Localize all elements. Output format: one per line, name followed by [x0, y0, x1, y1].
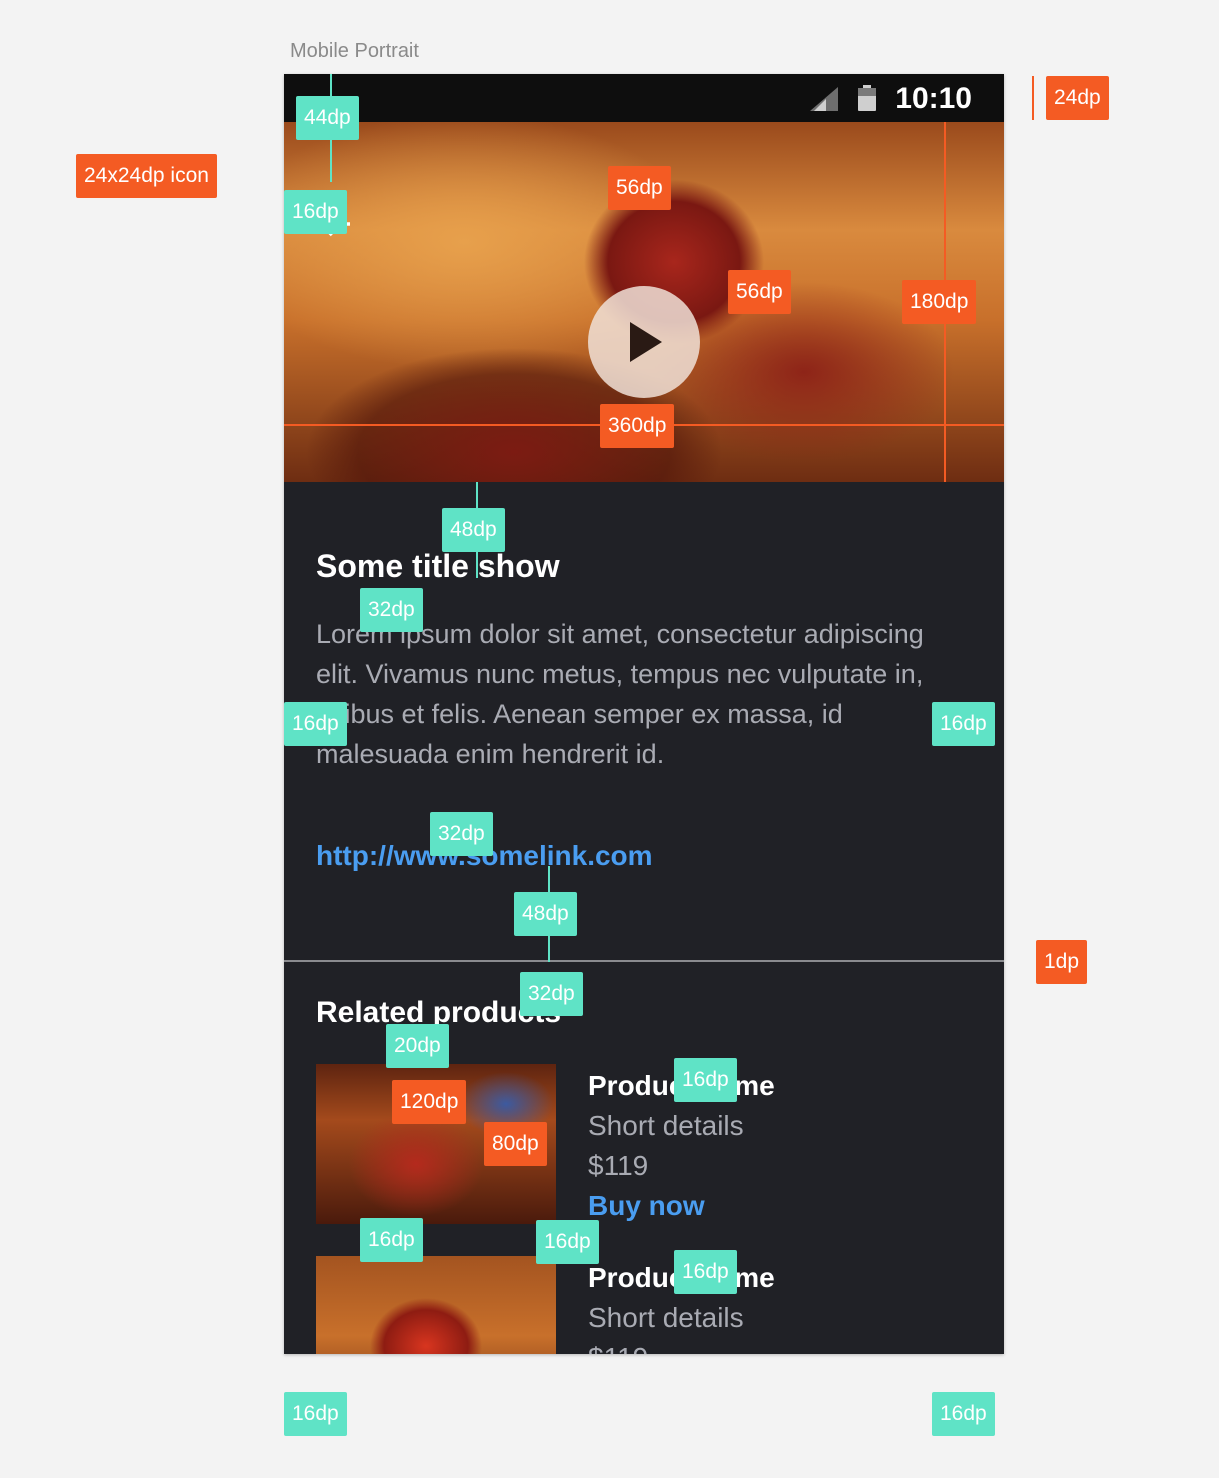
spec-label: 44dp [296, 96, 359, 140]
spec-label: 56dp [608, 166, 671, 210]
spec-label: 20dp [386, 1024, 449, 1068]
spec-label: 360dp [600, 404, 675, 448]
spec-label: 16dp [674, 1058, 737, 1102]
spec-label: 32dp [520, 972, 583, 1016]
spec-label: 32dp [430, 812, 493, 856]
play-icon [630, 322, 662, 362]
status-time: 10:10 [895, 82, 972, 115]
spec-label: 1dp [1036, 940, 1088, 984]
play-button[interactable] [588, 286, 700, 398]
divider [284, 960, 1004, 962]
spec-label: 48dp [442, 508, 505, 552]
spec-label: 16dp [360, 1218, 423, 1262]
spec-label: 32dp [360, 588, 423, 632]
spec-label: 16dp [674, 1250, 737, 1294]
product-image[interactable] [316, 1256, 556, 1354]
buy-now-link[interactable]: Buy now [588, 1186, 775, 1226]
spec-label: 56dp [728, 270, 791, 314]
spec-label: 24x24dp icon [76, 154, 217, 198]
spec-label: 120dp [392, 1080, 467, 1124]
spec-label: 16dp [932, 702, 995, 746]
spec-label: 16dp [284, 190, 347, 234]
product-details: Short details [588, 1110, 744, 1141]
spec-label: 24dp [1046, 76, 1109, 120]
spec-label: 180dp [902, 280, 977, 324]
redline-vertical [1032, 76, 1034, 120]
spec-label: 16dp [284, 1392, 347, 1436]
signal-icon [810, 87, 838, 111]
description-text: Lorem ipsum dolor sit amet, consectetur … [316, 619, 924, 769]
product-price: $119 [588, 1338, 775, 1354]
frame-title: Mobile Portrait [290, 40, 419, 62]
product-details: Short details [588, 1302, 744, 1333]
status-bar: 10:10 [284, 74, 1004, 122]
battery-icon [858, 85, 876, 111]
product-price: $119 [588, 1150, 649, 1181]
spec-label: 80dp [484, 1122, 547, 1166]
page-title: Some title show [316, 548, 560, 584]
spec-label: 16dp [932, 1392, 995, 1436]
spec-label: 16dp [536, 1220, 599, 1264]
spec-label: 48dp [514, 892, 577, 936]
mobile-screen: 10:10 Some title show Lorem ipsum dolor … [284, 74, 1004, 1354]
spec-label: 16dp [284, 702, 347, 746]
